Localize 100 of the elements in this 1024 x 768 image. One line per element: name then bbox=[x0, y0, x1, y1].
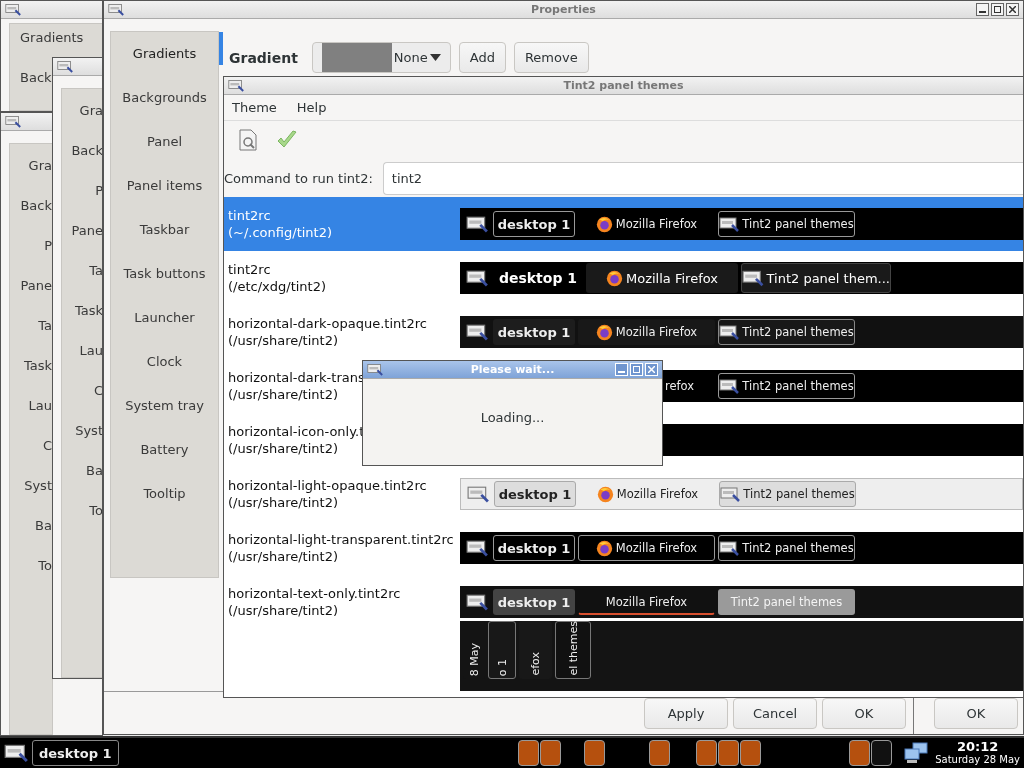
task-button[interactable]: Tint2 panel them... bbox=[741, 263, 891, 293]
dialog-button[interactable]: Cancel bbox=[733, 697, 817, 729]
sidebar-item[interactable]: Task bbox=[74, 303, 102, 318]
task-button[interactable] bbox=[695, 740, 717, 766]
monitor-icon bbox=[720, 486, 741, 502]
task-button[interactable] bbox=[583, 740, 605, 766]
sidebar-tab[interactable]: Panel items bbox=[124, 178, 205, 222]
close-button[interactable] bbox=[1006, 3, 1019, 16]
clock-time: 20:12 bbox=[956, 740, 999, 753]
task-button[interactable] bbox=[717, 740, 739, 766]
sidebar-item[interactable]: P bbox=[44, 238, 52, 253]
sidebar-item[interactable]: Pane bbox=[71, 223, 102, 238]
gradient-dropdown[interactable]: None bbox=[311, 42, 451, 73]
monitor-icon bbox=[108, 3, 124, 16]
task-button[interactable]: Mozilla Firefox bbox=[578, 211, 715, 237]
sidebar-tab[interactable]: Panel bbox=[144, 134, 185, 178]
menu-item[interactable]: Theme bbox=[232, 100, 277, 115]
sidebar-tab[interactable]: Gradients bbox=[130, 46, 199, 90]
theme-path: (/usr/share/tint2) bbox=[228, 332, 338, 349]
sidebar-item[interactable]: To bbox=[38, 558, 52, 573]
task-button[interactable]: Mozilla Firefox bbox=[586, 263, 738, 293]
firefox-icon bbox=[606, 269, 623, 287]
command-field[interactable]: tint2 bbox=[382, 161, 1023, 195]
sidebar-tab[interactable]: Taskbar bbox=[137, 222, 192, 266]
task-button[interactable]: Tint2 panel themes bbox=[718, 373, 855, 399]
sidebar-item[interactable]: Back bbox=[71, 143, 102, 158]
sidebar-item[interactable]: Ta bbox=[89, 263, 102, 278]
desktop-button[interactable]: desktop 1 bbox=[494, 481, 576, 507]
task-button[interactable]: Tint2 panel themes bbox=[718, 319, 855, 345]
sidebar-tab[interactable]: Task buttons bbox=[121, 266, 208, 310]
toolbar-button[interactable]: Add bbox=[458, 42, 506, 73]
task-button[interactable]: efox bbox=[519, 621, 552, 679]
sidebar-item[interactable]: Ba bbox=[35, 518, 52, 533]
sidebar-tab[interactable]: Launcher bbox=[132, 310, 197, 354]
task-button[interactable] bbox=[739, 740, 761, 766]
firefox-icon bbox=[595, 539, 613, 557]
maximize-button[interactable] bbox=[991, 3, 1004, 16]
sidebar-tab[interactable]: Clock bbox=[144, 354, 185, 398]
theme-row[interactable]: tint2rc (~/.config/tint2) desktop 1 Mozilla Firefox Tint2 panel themes bbox=[224, 197, 1023, 251]
task-button[interactable] bbox=[539, 740, 561, 766]
desktop-button[interactable]: desktop 1 bbox=[493, 589, 575, 615]
dialog-button[interactable]: OK bbox=[934, 697, 1018, 729]
theme-name: horizontal-text-only.tint2rc bbox=[228, 585, 401, 602]
theme-name: horizontal-light-transparent.tint2rc bbox=[228, 531, 454, 548]
sidebar-item[interactable]: Ta bbox=[38, 318, 52, 333]
task-button[interactable] bbox=[870, 740, 892, 766]
menu-item[interactable]: Help bbox=[296, 100, 327, 115]
sidebar-item[interactable]: C bbox=[42, 438, 52, 453]
desktop-button[interactable]: desktop 1 bbox=[32, 740, 119, 766]
desktop-button[interactable]: desktop 1 bbox=[493, 211, 575, 237]
sidebar-tab[interactable]: Tooltip bbox=[141, 486, 188, 530]
task-button[interactable]: Mozilla Firefox bbox=[579, 481, 716, 507]
sidebar-item[interactable]: C bbox=[93, 383, 102, 398]
desktop-button[interactable]: o 1 bbox=[488, 621, 516, 679]
theme-path: (/usr/share/tint2) bbox=[228, 440, 338, 457]
theme-name: tint2rc bbox=[228, 261, 271, 278]
task-button[interactable] bbox=[517, 740, 539, 766]
sidebar-item[interactable]: Lau bbox=[28, 398, 52, 413]
sidebar-item[interactable]: Syst bbox=[24, 478, 52, 493]
sidebar-tab[interactable]: System tray bbox=[123, 398, 206, 442]
theme-name: horizontal-icon-only.t bbox=[228, 423, 365, 440]
window-title: Properties bbox=[531, 3, 596, 16]
theme-path: (/usr/share/tint2) bbox=[228, 548, 338, 565]
minimize-button[interactable] bbox=[976, 3, 989, 16]
theme-path: (/etc/xdg/tint2) bbox=[228, 278, 327, 295]
task-button[interactable]: Mozilla Firefox bbox=[578, 535, 715, 561]
task-button[interactable]: Mozilla Firefox bbox=[578, 319, 715, 345]
task-button[interactable]: Tint2 panel themes bbox=[718, 211, 855, 237]
desktop-button[interactable]: desktop 1 bbox=[493, 319, 575, 345]
sidebar-item[interactable]: Pane bbox=[20, 278, 52, 293]
checkmark-icon[interactable] bbox=[276, 130, 298, 150]
task-button[interactable]: Tint2 panel themes bbox=[718, 535, 855, 561]
desktop-button[interactable]: desktop 1 bbox=[493, 535, 575, 561]
sidebar-tab[interactable]: Backgrounds bbox=[120, 90, 209, 134]
toolbar-button[interactable]: Remove bbox=[513, 42, 589, 73]
sidebar-item[interactable]: Syst bbox=[75, 423, 102, 438]
sidebar-item[interactable]: Task bbox=[23, 358, 52, 373]
sidebar-item[interactable]: Gradients bbox=[20, 30, 84, 45]
task-button[interactable]: el themes bbox=[555, 621, 591, 679]
sidebar-item[interactable]: Gra bbox=[28, 158, 52, 173]
sidebar-item[interactable]: Lau bbox=[79, 343, 102, 358]
task-button[interactable] bbox=[648, 740, 670, 766]
dialog-button[interactable]: OK bbox=[822, 697, 906, 729]
sidebar-item[interactable]: P bbox=[95, 183, 102, 198]
monitor-icon bbox=[719, 540, 740, 556]
sidebar-item[interactable]: Back bbox=[20, 198, 52, 213]
task-button[interactable]: Tint2 panel themes bbox=[719, 481, 856, 507]
task-button[interactable] bbox=[848, 740, 870, 766]
theme-path: (/usr/share/tint2) bbox=[228, 494, 338, 511]
command-label: Command to run tint2: bbox=[224, 170, 373, 186]
loading-message: Loading... bbox=[480, 409, 545, 425]
sidebar-tab[interactable]: Battery bbox=[138, 442, 191, 486]
sidebar-item[interactable]: To bbox=[89, 503, 102, 518]
monitor-icon bbox=[719, 378, 740, 394]
task-button[interactable]: Mozilla Firefox bbox=[578, 589, 715, 615]
dialog-button[interactable]: Apply bbox=[644, 697, 728, 729]
sidebar-item[interactable]: Ba bbox=[86, 463, 102, 478]
color-swatch bbox=[321, 43, 392, 72]
sidebar-item[interactable]: Gra bbox=[79, 103, 102, 118]
sidebar-item[interactable]: Back bbox=[20, 70, 52, 85]
